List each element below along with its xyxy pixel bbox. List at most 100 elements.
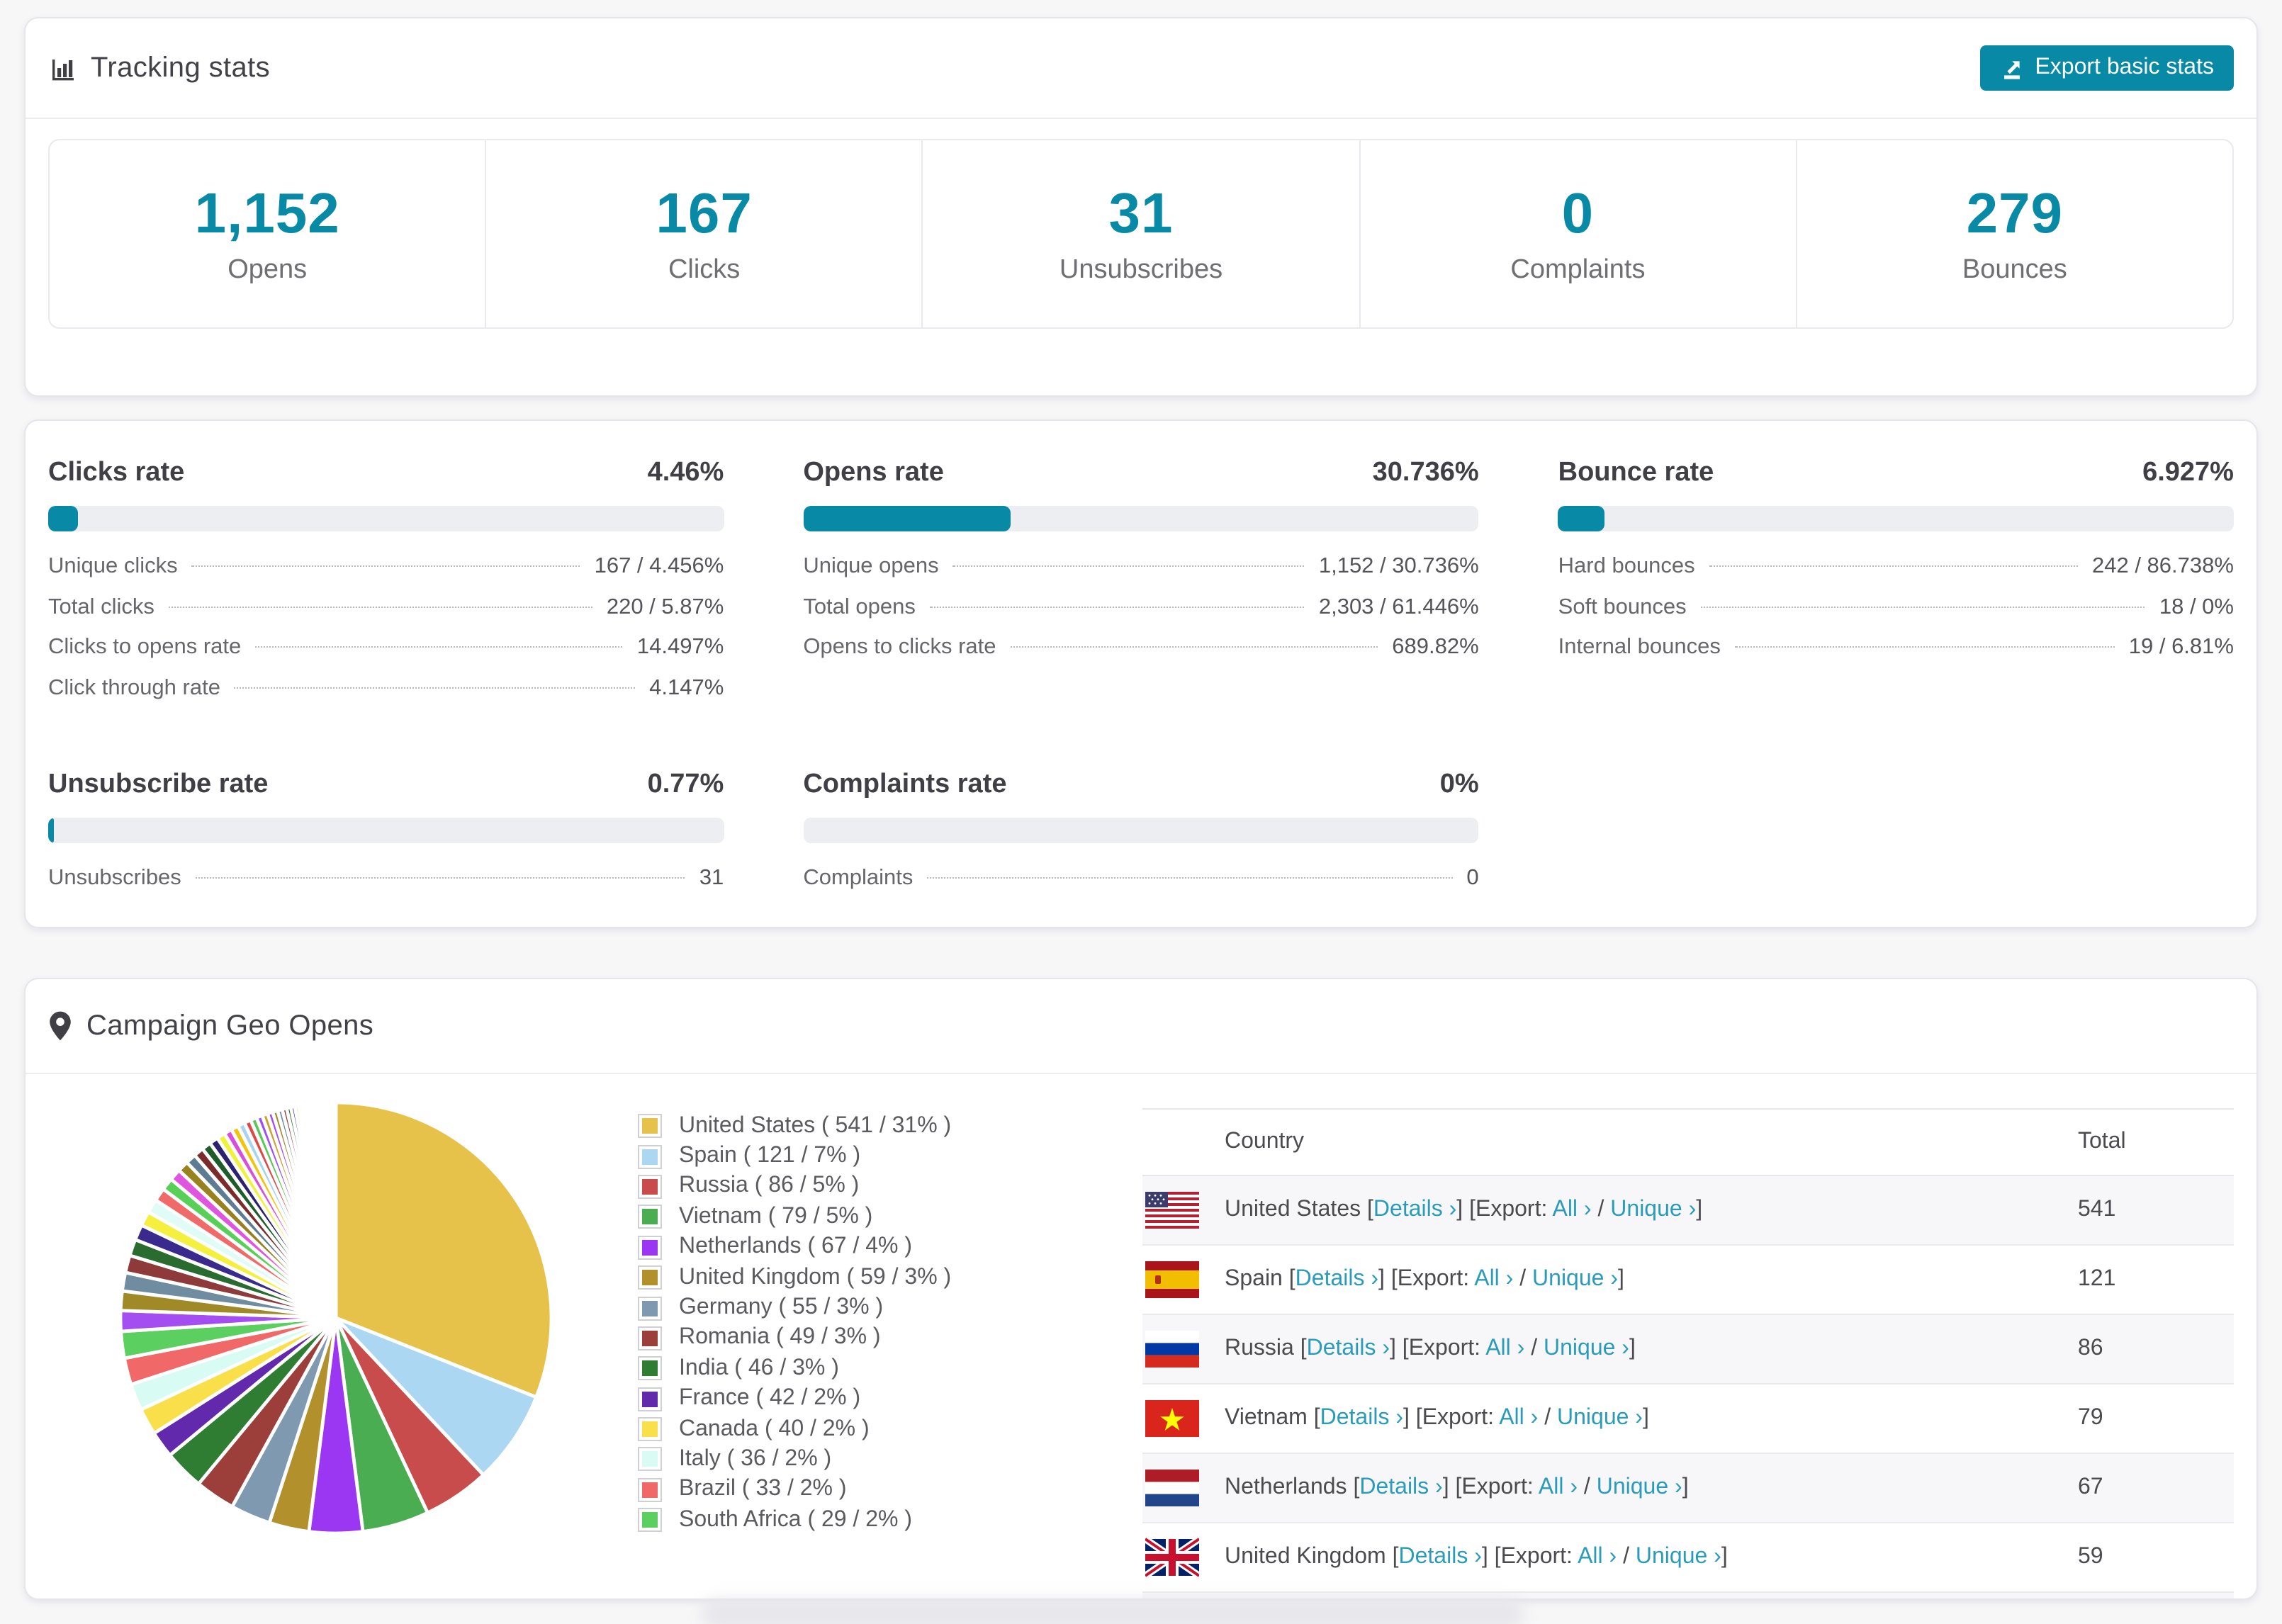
dotted-leader <box>168 606 592 607</box>
legend-label: Netherlands ( 67 / 4% ) <box>679 1234 913 1259</box>
rates-card: Clicks rate 4.46% Unique clicks 167 / 4.456… <box>24 419 2258 928</box>
es-flag-icon <box>1145 1260 1199 1299</box>
bar-chart-icon <box>48 54 77 82</box>
rate-title: Unsubscribe rate <box>48 769 269 799</box>
stat-value: 167 <box>656 182 753 244</box>
geo-table-row-united-kingdom: United Kingdom [Details ›] [Export: All … <box>1142 1523 2234 1593</box>
details-link[interactable]: Details › <box>1307 1336 1390 1360</box>
geo-table-row-vietnam: Vietnam [Details ›] [Export: All › / Uni… <box>1142 1385 2234 1454</box>
export-all-link[interactable]: All › <box>1552 1197 1591 1222</box>
legend-item-germany: Germany ( 55 / 3% ) <box>638 1293 951 1324</box>
rate-title: Bounce rate <box>1558 458 1714 487</box>
export-unique-link[interactable]: Unique › <box>1597 1475 1682 1499</box>
export-all-link[interactable]: All › <box>1485 1336 1524 1360</box>
dotted-leader <box>952 565 1305 567</box>
progress-bar <box>803 506 1479 531</box>
horizontal-scrollbar[interactable] <box>702 1600 1524 1624</box>
dotted-leader <box>195 877 685 879</box>
rate-value: 6.927% <box>2142 458 2234 487</box>
rate-block-bounce-rate: Bounce rate 6.927% Hard bounces 242 / 86.73… <box>1558 458 2234 716</box>
rate-title: Clicks rate <box>48 458 185 487</box>
export-basic-stats-button[interactable]: Export basic stats <box>1979 45 2234 91</box>
progress-fill <box>1558 506 1605 531</box>
stat-label: Complaints <box>1510 254 1646 284</box>
geo-table-row-netherlands: Netherlands [Details ›] [Export: All › /… <box>1142 1454 2234 1523</box>
rate-row-label: Total opens <box>803 594 916 619</box>
legend-swatch <box>638 1356 662 1381</box>
rate-rows: Unsubscribes 31 <box>48 866 724 906</box>
export-prefix: Export: <box>1397 1267 1475 1291</box>
geo-table-row <box>1142 1593 2234 1598</box>
details-link[interactable]: Details › <box>1295 1267 1378 1291</box>
bracket: ] <box>1618 1267 1624 1291</box>
legend-swatch <box>638 1174 662 1199</box>
legend-label: Vietnam ( 79 / 5% ) <box>679 1204 873 1229</box>
legend-label: Brazil ( 33 / 2% ) <box>679 1477 847 1501</box>
bracket: ] [ <box>1442 1475 1462 1499</box>
geo-table-row-spain: Spain [Details ›] [Export: All › / Uniqu… <box>1142 1246 2234 1315</box>
rate-head: Clicks rate 4.46% <box>48 458 724 489</box>
export-all-link[interactable]: All › <box>1499 1406 1538 1430</box>
bracket: ] [ <box>1481 1545 1501 1569</box>
rate-row-hard-bounces: Hard bounces 242 / 86.738% <box>1558 554 2234 594</box>
rate-title: Opens rate <box>803 458 944 487</box>
rate-block-clicks-rate: Clicks rate 4.46% Unique clicks 167 / 4.456… <box>48 458 724 716</box>
legend-label: Spain ( 121 / 7% ) <box>679 1144 861 1168</box>
slash: / <box>1513 1267 1533 1291</box>
legend-item-russia: Russia ( 86 / 5% ) <box>638 1172 951 1202</box>
rate-row-clicks-to-opens-rate: Clicks to opens rate 14.497% <box>48 635 724 675</box>
bracket: ] <box>1629 1336 1636 1360</box>
rate-row-value: 167 / 4.456% <box>594 554 724 578</box>
rates-grid: Clicks rate 4.46% Unique clicks 167 / 4.456… <box>26 421 2256 906</box>
export-all-link[interactable]: All › <box>1474 1267 1513 1291</box>
pie-slice-other-59[interactable] <box>332 1100 338 1320</box>
stats-summary-row: 1,152 Opens 167 Clicks 31 Unsubscribes 0 Compla… <box>48 139 2234 329</box>
export-unique-link[interactable]: Unique › <box>1544 1336 1629 1360</box>
export-unique-link[interactable]: Unique › <box>1557 1406 1643 1430</box>
us-flag-icon <box>1145 1190 1199 1230</box>
legend-item-brazil: Brazil ( 33 / 2% ) <box>638 1474 951 1505</box>
column-total: Total <box>2078 1129 2126 1154</box>
rate-block-complaints-rate: Complaints rate 0% Complaints 0 <box>803 769 1479 906</box>
export-unique-link[interactable]: Unique › <box>1532 1267 1618 1291</box>
details-link[interactable]: Details › <box>1373 1197 1456 1222</box>
legend-label: Russia ( 86 / 5% ) <box>679 1173 860 1198</box>
dotted-leader <box>1010 646 1378 648</box>
rate-head: Bounce rate 6.927% <box>1558 458 2234 489</box>
export-all-link[interactable]: All › <box>1539 1475 1578 1499</box>
rate-row-label: Complaints <box>803 866 914 890</box>
legend-item-france: France ( 42 / 2% ) <box>638 1384 951 1414</box>
export-unique-link[interactable]: Unique › <box>1610 1197 1696 1222</box>
country-name: Spain <box>1225 1267 1289 1291</box>
legend-swatch <box>638 1144 662 1169</box>
rate-value: 0.77% <box>647 769 724 799</box>
export-prefix: Export: <box>1500 1545 1578 1569</box>
details-link[interactable]: Details › <box>1320 1406 1403 1430</box>
dotted-leader <box>191 565 580 567</box>
rate-rows: Hard bounces 242 / 86.738% Soft bounces 18 … <box>1558 554 2234 675</box>
country-name: Netherlands <box>1225 1475 1354 1499</box>
country-name: United Kingdom <box>1225 1545 1393 1569</box>
bracket: [ <box>1392 1545 1399 1569</box>
export-prefix: Export: <box>1408 1336 1486 1360</box>
details-link[interactable]: Details › <box>1399 1545 1482 1569</box>
bracket: ] [ <box>1390 1336 1409 1360</box>
stat-cell-unsubscribes: 31 Unsubscribes <box>923 140 1361 327</box>
stat-cell-opens: 1,152 Opens <box>50 140 487 327</box>
legend-swatch <box>638 1417 662 1442</box>
export-all-link[interactable]: All › <box>1578 1545 1617 1569</box>
country-cell: Netherlands [Details ›] [Export: All › /… <box>1225 1475 2078 1501</box>
export-prefix: Export: <box>1475 1197 1553 1222</box>
export-unique-link[interactable]: Unique › <box>1636 1545 1721 1569</box>
bracket: ] [ <box>1378 1267 1398 1291</box>
ru-flag-icon <box>1145 1329 1199 1369</box>
rate-block-unsubscribe-rate: Unsubscribe rate 0.77% Unsubscribes 31 <box>48 769 724 906</box>
legend-label: South Africa ( 29 / 2% ) <box>679 1507 913 1532</box>
rate-title: Complaints rate <box>803 769 1007 799</box>
geo-table: Country Total United States [Details ›] … <box>1142 1108 2234 1598</box>
details-link[interactable]: Details › <box>1359 1475 1442 1499</box>
bracket: ] [ <box>1456 1197 1476 1222</box>
rate-value: 0% <box>1439 769 1479 799</box>
country-cell: United Kingdom [Details ›] [Export: All … <box>1225 1545 2078 1570</box>
legend-label: Canada ( 40 / 2% ) <box>679 1416 870 1441</box>
